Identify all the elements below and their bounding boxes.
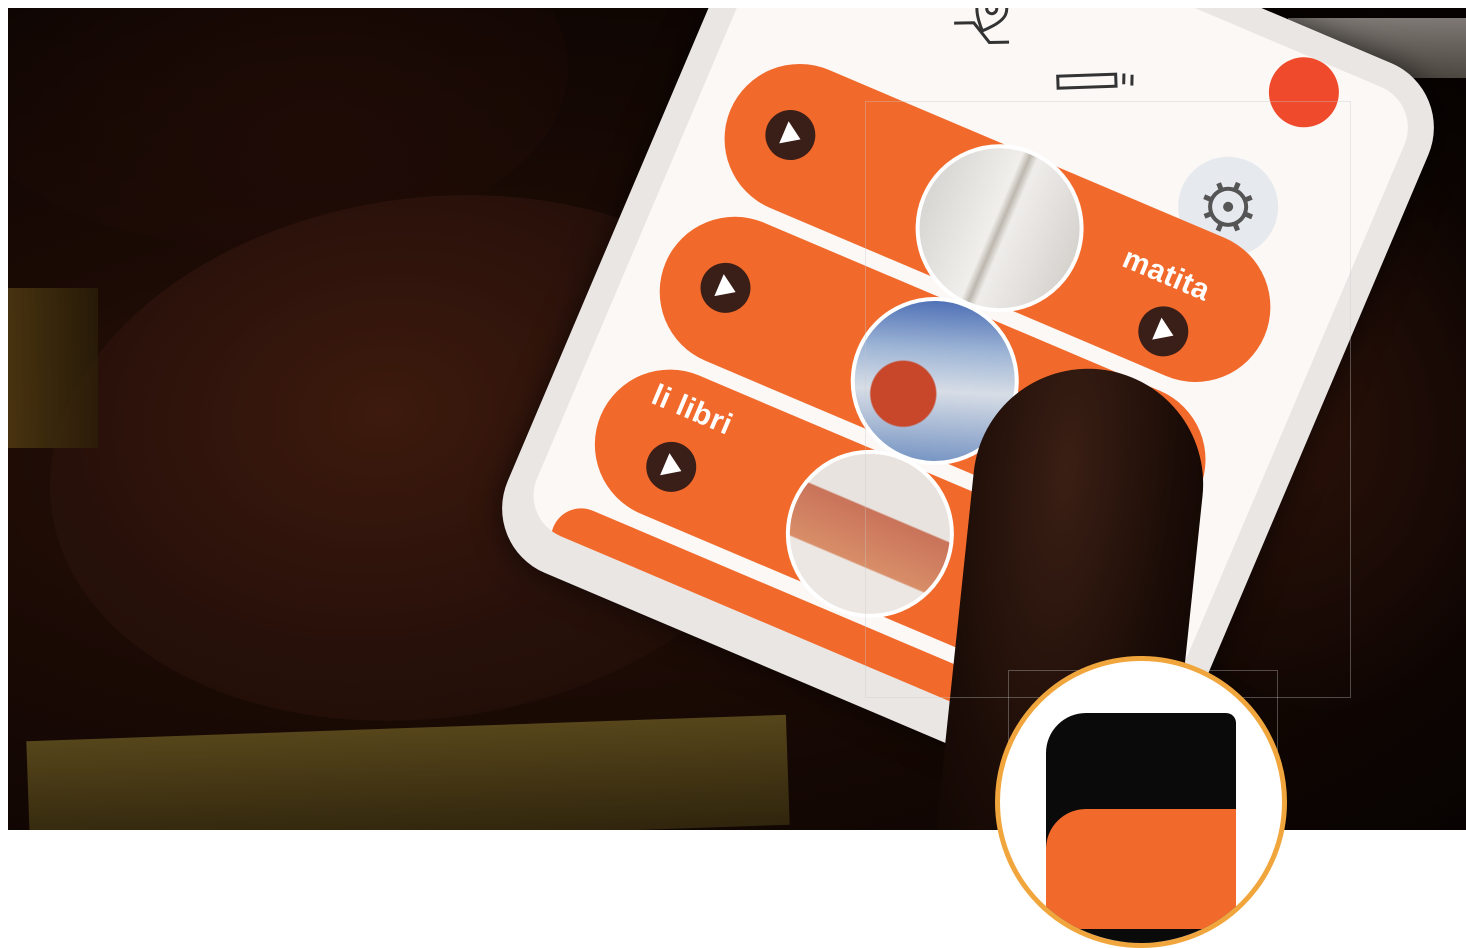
play-icon[interactable] xyxy=(638,434,705,500)
highlight-box xyxy=(865,101,1351,698)
map-pin-icon[interactable] xyxy=(944,8,1032,59)
item-label: li libri xyxy=(647,378,738,442)
play-icon[interactable] xyxy=(757,102,824,168)
app-logo xyxy=(995,656,1287,948)
cloth xyxy=(26,714,790,830)
sleeve xyxy=(8,288,98,448)
play-icon[interactable] xyxy=(692,255,759,321)
logo-band xyxy=(1046,809,1236,929)
